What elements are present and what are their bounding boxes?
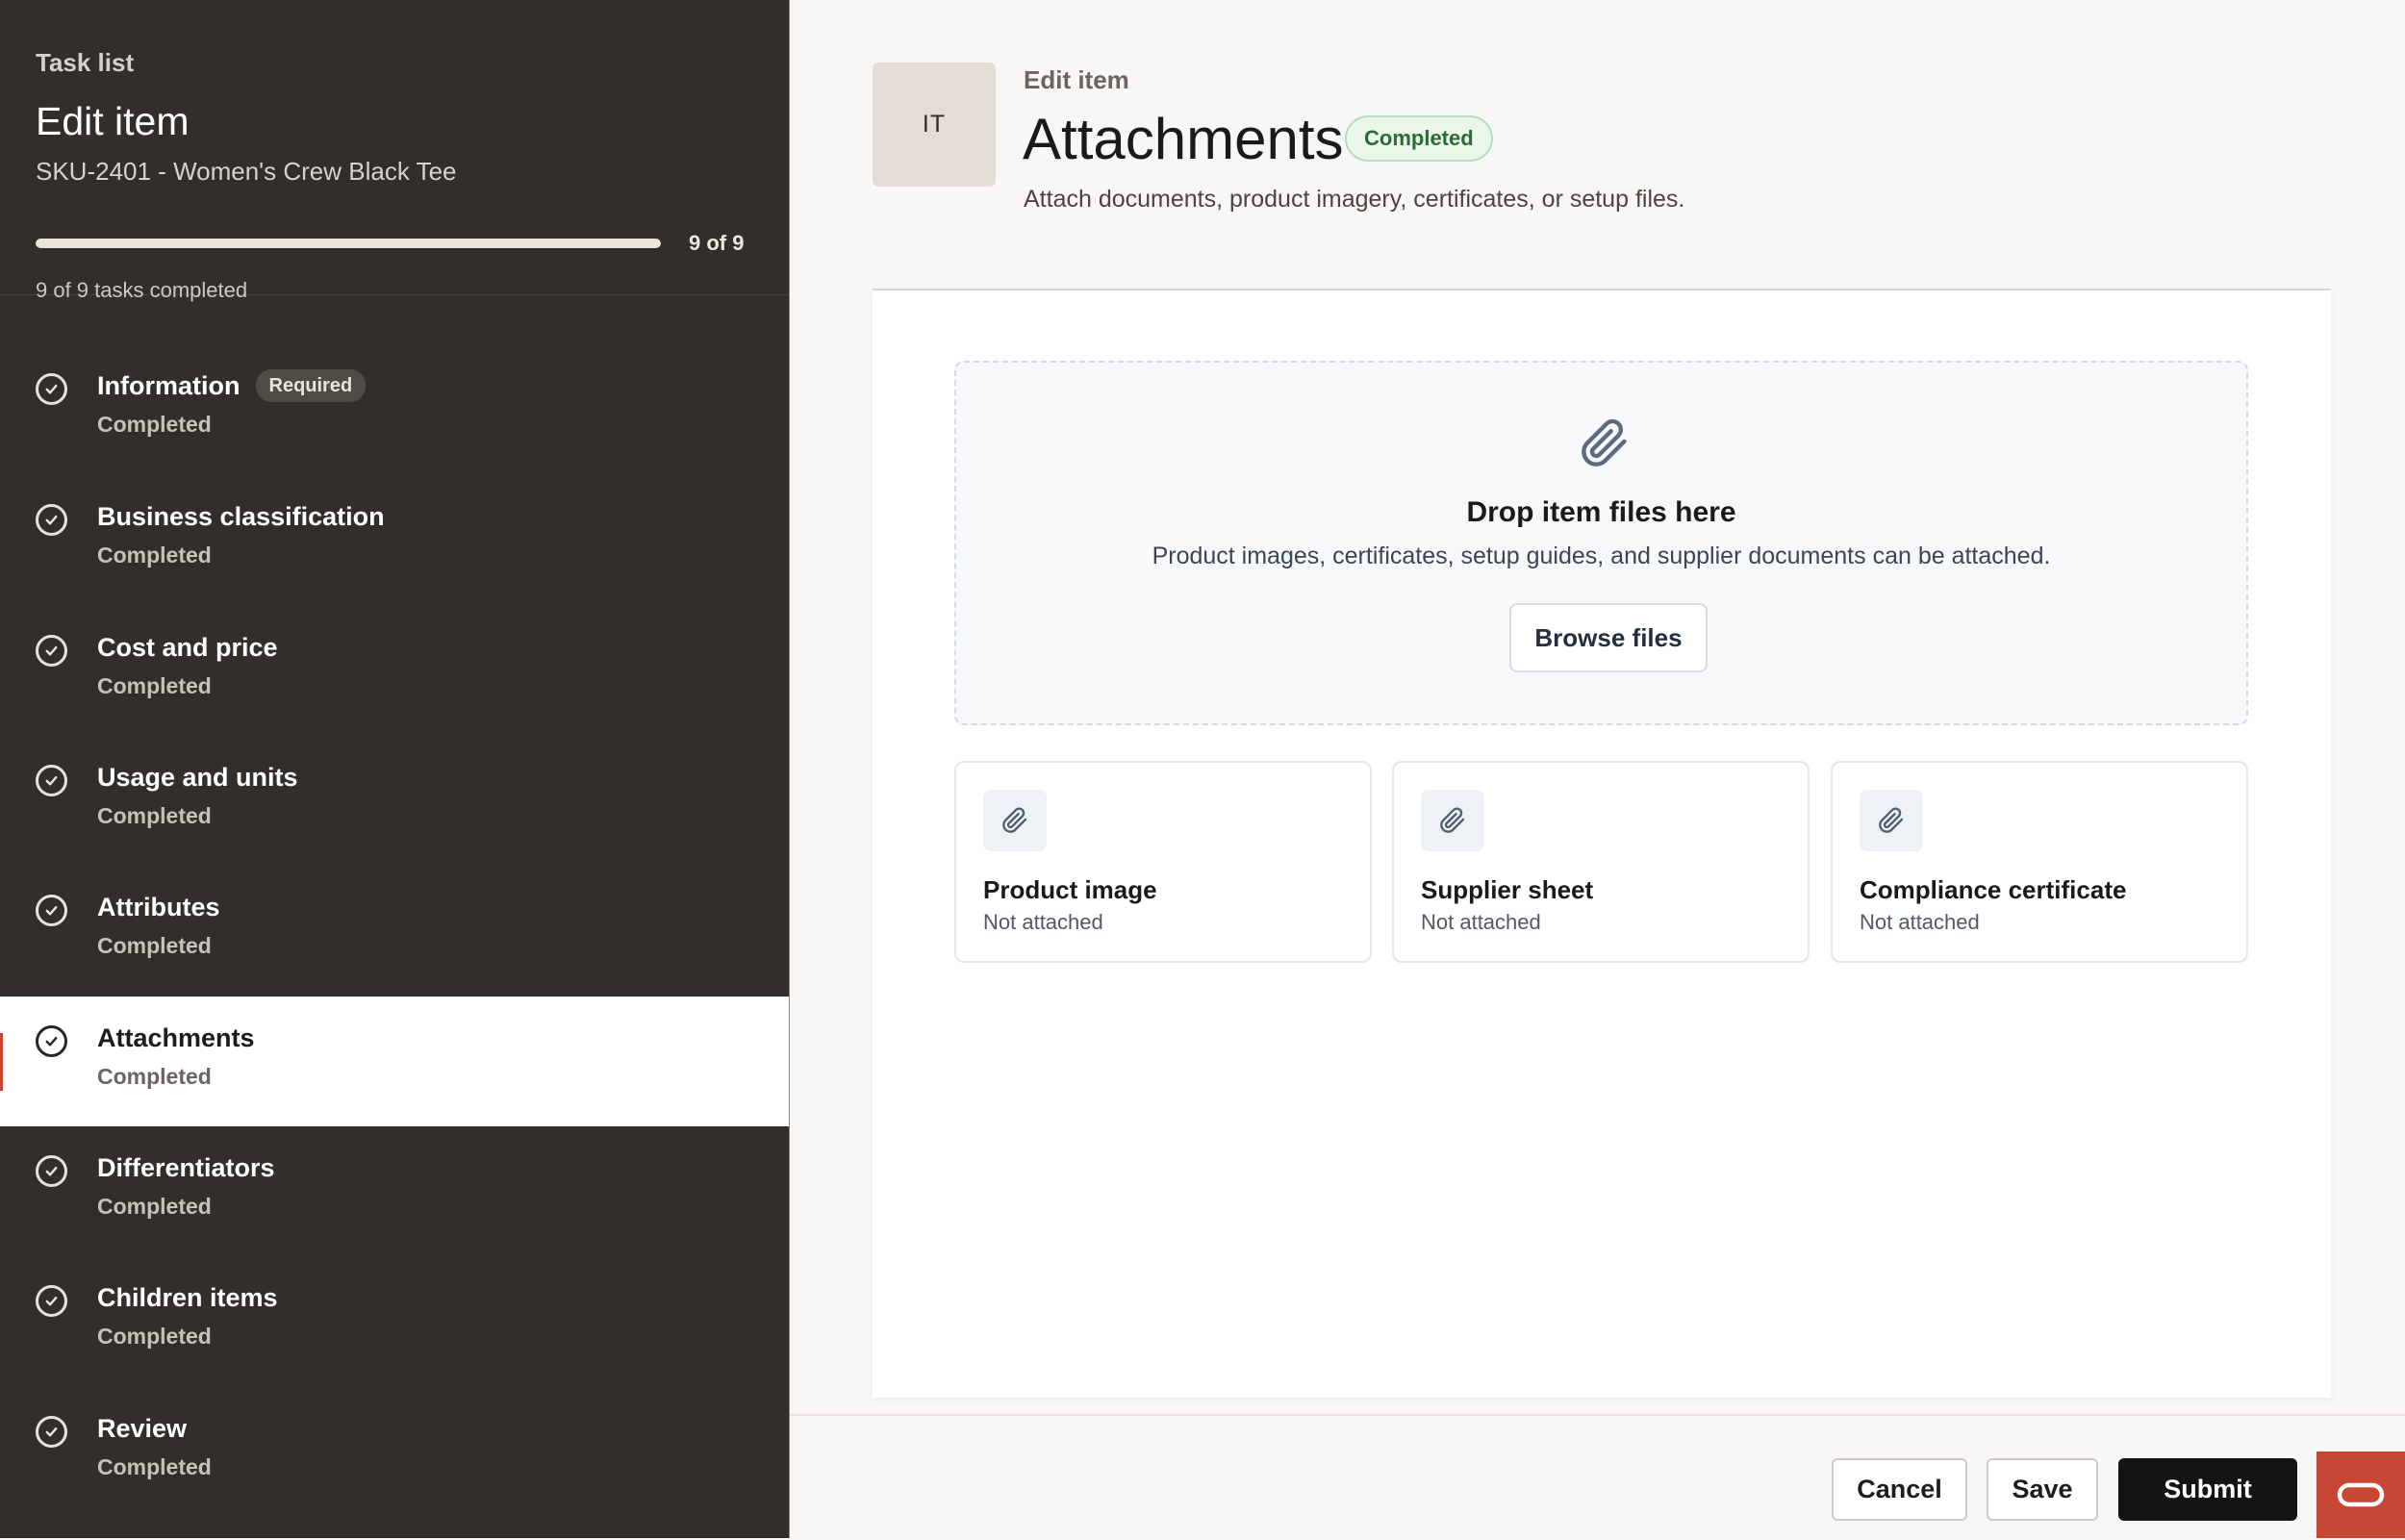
check-circle-icon — [36, 1155, 67, 1187]
header-kicker: Edit item — [1024, 65, 1129, 94]
task-list-sidebar: Task list Edit item SKU-2401 - Women's C… — [0, 0, 790, 1538]
check-circle-icon — [36, 373, 67, 405]
item-avatar: IT — [873, 63, 996, 187]
progress-note: 9 of 9 tasks completed — [36, 278, 248, 302]
file-slot-status: Not attached — [1860, 910, 1980, 934]
task-item-attributes[interactable]: Attributes Completed — [0, 866, 789, 996]
task-title: Usage and units — [97, 763, 298, 792]
item-sku-label: SKU-2401 - Women's Crew Black Tee — [36, 157, 457, 186]
paperclip-icon — [1421, 790, 1484, 851]
task-item-differentiators[interactable]: Differentiators Completed — [0, 1126, 789, 1256]
check-circle-icon — [36, 504, 67, 536]
task-item-business-classification[interactable]: Business classification Completed — [0, 475, 789, 605]
paperclip-icon — [983, 790, 1047, 851]
task-title: Attachments — [97, 1023, 255, 1052]
file-slot-product-image[interactable]: Product image Not attached — [954, 761, 1372, 963]
file-slot-title: Product image — [983, 875, 1157, 904]
attachments-panel: Drop item files here Product images, cer… — [873, 289, 2331, 1398]
progress-bar-fill — [36, 239, 661, 248]
task-item-cost-and-price[interactable]: Cost and price Completed — [0, 606, 789, 736]
task-title: Information Required — [97, 369, 367, 402]
brand-logo-icon — [2337, 1482, 2385, 1507]
task-status: Completed — [97, 1454, 212, 1479]
check-circle-icon — [36, 765, 67, 796]
progress-count: 9 of 9 — [689, 231, 745, 255]
task-title: Differentiators — [97, 1153, 275, 1182]
task-item-usage-and-units[interactable]: Usage and units Completed — [0, 736, 789, 866]
paperclip-icon — [1582, 418, 1627, 467]
task-status: Completed — [97, 1324, 212, 1349]
browse-files-button[interactable]: Browse files — [1509, 603, 1708, 672]
submit-button[interactable]: Submit — [2118, 1458, 2297, 1521]
task-title: Children items — [97, 1283, 278, 1312]
dropzone-description: Product images, certificates, setup guid… — [1152, 543, 2051, 569]
assistant-launcher[interactable] — [2316, 1452, 2405, 1538]
task-status: Completed — [97, 1064, 212, 1089]
page-title: Attachments — [1023, 107, 1344, 171]
active-indicator — [0, 1033, 3, 1091]
check-circle-icon — [36, 1416, 67, 1448]
save-button[interactable]: Save — [1987, 1458, 2098, 1521]
action-footer: Cancel Save Submit — [790, 1414, 2405, 1540]
task-item-information[interactable]: Information Required Completed — [0, 344, 789, 474]
task-title: Attributes — [97, 893, 220, 921]
required-badge: Required — [255, 369, 367, 402]
task-title: Cost and price — [97, 633, 278, 662]
task-title: Review — [97, 1414, 188, 1443]
file-slot-status: Not attached — [983, 910, 1103, 934]
file-slot-status: Not attached — [1421, 910, 1541, 934]
task-title: Business classification — [97, 502, 385, 531]
task-status: Completed — [97, 412, 212, 437]
task-item-attachments[interactable]: Attachments Completed — [0, 997, 789, 1126]
task-item-children-items[interactable]: Children items Completed — [0, 1256, 789, 1386]
task-status: Completed — [97, 933, 212, 958]
file-slot-compliance-certificate[interactable]: Compliance certificate Not attached — [1831, 761, 2248, 963]
progress-row: 9 of 9 — [36, 231, 753, 256]
check-circle-icon — [36, 635, 67, 667]
cancel-button[interactable]: Cancel — [1832, 1458, 1967, 1521]
status-badge: Completed — [1345, 115, 1493, 162]
task-status: Completed — [97, 1194, 212, 1219]
sidebar-header: Task list Edit item SKU-2401 - Women's C… — [0, 0, 789, 302]
file-slot-title: Supplier sheet — [1421, 875, 1594, 904]
sidebar-kicker: Task list — [36, 48, 135, 77]
check-circle-icon — [36, 1025, 67, 1057]
file-slot-title: Compliance certificate — [1860, 875, 2127, 904]
check-circle-icon — [36, 895, 67, 926]
file-dropzone[interactable]: Drop item files here Product images, cer… — [954, 361, 2248, 725]
paperclip-icon — [1860, 790, 1923, 851]
check-circle-icon — [36, 1285, 67, 1317]
sidebar-title: Edit item — [36, 99, 190, 143]
task-status: Completed — [97, 543, 212, 568]
task-status: Completed — [97, 803, 212, 828]
task-status: Completed — [97, 673, 212, 698]
file-slot-supplier-sheet[interactable]: Supplier sheet Not attached — [1392, 761, 1810, 963]
dropzone-title: Drop item files here — [1466, 496, 1736, 528]
page-description: Attach documents, product imagery, certi… — [1024, 186, 1685, 213]
task-item-review[interactable]: Review Completed — [0, 1387, 789, 1517]
progress-bar — [36, 239, 661, 248]
